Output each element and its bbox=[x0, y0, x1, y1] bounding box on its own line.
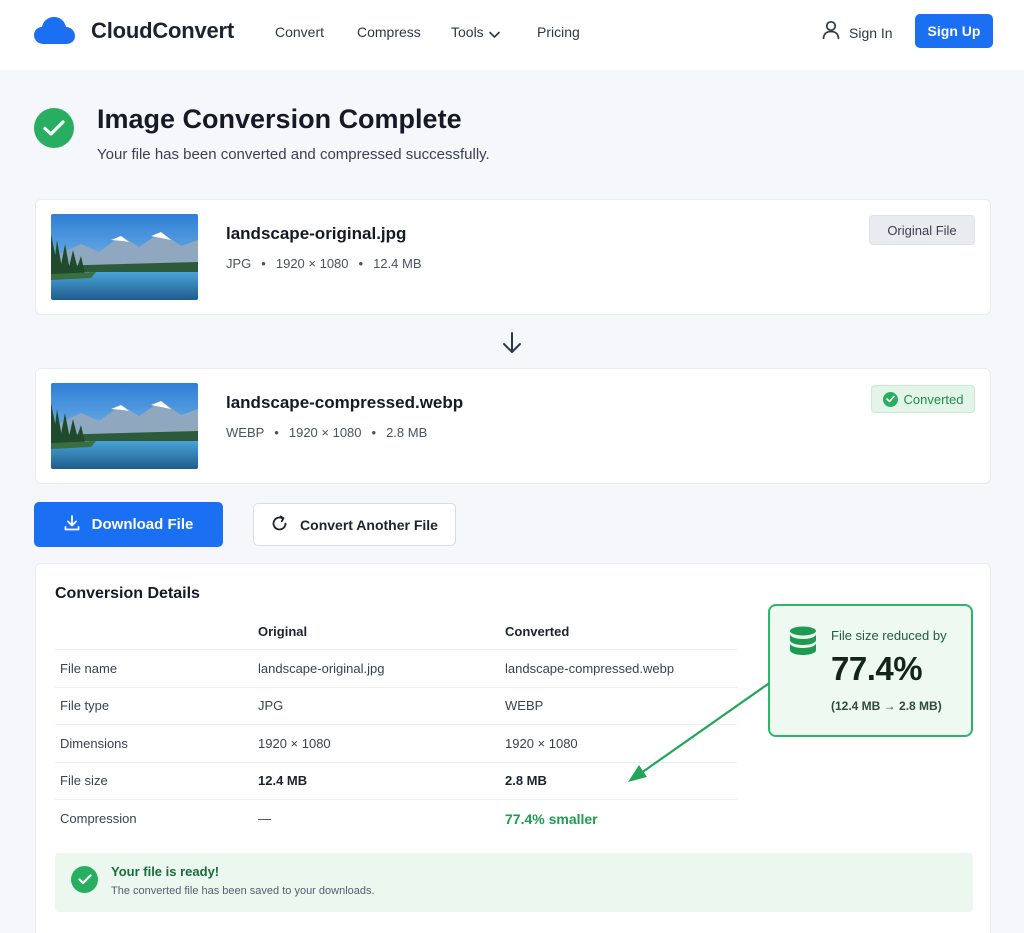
original-file-type: JPG bbox=[226, 256, 252, 271]
size-reduction-callout: File size reduced by 77.4% (12.4 MB → 2.… bbox=[768, 604, 973, 737]
converted-file-card: landscape-compressed.webp WEBP • 1920 × 10… bbox=[35, 368, 991, 484]
column-header-original: Original bbox=[258, 623, 308, 639]
file-ready-notice: Your file is ready! The converted file h… bbox=[55, 853, 973, 912]
table-row: File type JPG WEBP bbox=[55, 688, 737, 725]
converted-value: landscape-compressed.webp bbox=[505, 660, 675, 676]
reduction-label: File size reduced by bbox=[831, 628, 947, 643]
converted-status-label: Converted bbox=[903, 391, 964, 407]
nav-tools[interactable]: Tools bbox=[451, 24, 484, 40]
column-header-converted: Converted bbox=[505, 623, 570, 639]
nav-convert[interactable]: Convert bbox=[275, 24, 324, 40]
converted-value: 1920 × 1080 bbox=[505, 735, 578, 751]
original-value: landscape-original.jpg bbox=[258, 660, 385, 676]
converted-file-name: landscape-compressed.webp bbox=[226, 393, 464, 412]
top-navigation-bar: CloudConvert Convert Compress Tools Pric… bbox=[0, 0, 1024, 70]
converted-file-meta: WEBP • 1920 × 1080 • 2.8 MB bbox=[226, 425, 428, 440]
compression-result: 77.4% smaller bbox=[505, 810, 598, 827]
conversion-details-table: Original Converted File name landscape-o… bbox=[55, 613, 737, 838]
page-title: Image Conversion Complete bbox=[97, 104, 462, 134]
nav-pricing[interactable]: Pricing bbox=[537, 24, 580, 40]
brand-logo[interactable]: CloudConvert bbox=[34, 16, 234, 51]
converted-file-dimensions: 1920 × 1080 bbox=[288, 425, 362, 440]
converted-image-thumbnail bbox=[51, 383, 198, 469]
ready-subtitle: The converted file has been saved to you… bbox=[111, 885, 375, 897]
success-check-icon bbox=[34, 108, 74, 148]
brand-name: CloudConvert bbox=[91, 18, 235, 43]
converted-value: WEBP bbox=[505, 698, 544, 714]
convert-another-file-button[interactable]: Convert Another File bbox=[253, 503, 456, 546]
sign-in-label: Sign In bbox=[849, 24, 893, 41]
user-icon bbox=[822, 20, 840, 45]
row-label: File size bbox=[60, 773, 108, 789]
sign-in-link[interactable]: Sign In bbox=[822, 20, 893, 45]
table-header-row: Original Converted bbox=[55, 613, 737, 650]
convert-another-file-label: Convert Another File bbox=[300, 516, 438, 533]
row-label: Dimensions bbox=[60, 735, 128, 751]
original-value: 1920 × 1080 bbox=[258, 735, 331, 751]
table-row: File name landscape-original.jpg landsca… bbox=[55, 650, 737, 688]
table-row: File size 12.4 MB 2.8 MB bbox=[55, 763, 737, 800]
refresh-icon bbox=[271, 515, 288, 535]
row-label: Compression bbox=[60, 811, 137, 827]
download-icon bbox=[64, 514, 80, 535]
ready-title: Your file is ready! bbox=[111, 864, 220, 879]
conversion-details-panel: Conversion Details Original Converted Fi… bbox=[35, 563, 991, 933]
original-value: 12.4 MB bbox=[258, 773, 308, 789]
cloud-icon bbox=[34, 16, 76, 51]
sign-up-button[interactable]: Sign Up bbox=[915, 14, 993, 48]
download-file-button[interactable]: Download File bbox=[34, 502, 223, 547]
ready-check-icon bbox=[71, 866, 98, 893]
original-file-size: 12.4 MB bbox=[373, 256, 422, 271]
nav-compress[interactable]: Compress bbox=[357, 24, 421, 40]
table-row: Dimensions 1920 × 1080 1920 × 1080 bbox=[55, 725, 737, 763]
converted-status-badge: Converted bbox=[871, 385, 975, 413]
original-image-thumbnail bbox=[51, 214, 198, 300]
database-icon bbox=[789, 626, 817, 661]
converted-value: 2.8 MB bbox=[505, 773, 547, 789]
table-row: Compression — 77.4% smaller bbox=[55, 800, 737, 838]
download-file-label: Download File bbox=[91, 516, 194, 533]
original-file-card: landscape-original.jpg JPG • 1920 × 1080 • 1… bbox=[35, 199, 991, 315]
chevron-down-icon[interactable] bbox=[489, 26, 500, 44]
conversion-details-title: Conversion Details bbox=[55, 585, 200, 602]
reduction-percent: 77.4% bbox=[831, 650, 923, 687]
original-file-meta: JPG • 1920 × 1080 • 12.4 MB bbox=[226, 256, 422, 271]
reduction-detail: (12.4 MB → 2.8 MB) bbox=[831, 699, 942, 713]
check-icon bbox=[882, 391, 898, 407]
original-value: JPG bbox=[258, 698, 284, 714]
original-file-badge: Original File bbox=[869, 215, 975, 245]
row-label: File type bbox=[60, 698, 110, 714]
arrow-down-icon bbox=[502, 331, 522, 360]
original-file-name: landscape-original.jpg bbox=[226, 224, 407, 243]
page-subtitle: Your file has been converted and compres… bbox=[97, 146, 490, 163]
converted-file-size: 2.8 MB bbox=[386, 425, 428, 440]
converted-file-type: WEBP bbox=[226, 425, 265, 440]
original-file-dimensions: 1920 × 1080 bbox=[275, 256, 349, 271]
original-value: — bbox=[258, 811, 271, 827]
row-label: File name bbox=[60, 660, 118, 676]
